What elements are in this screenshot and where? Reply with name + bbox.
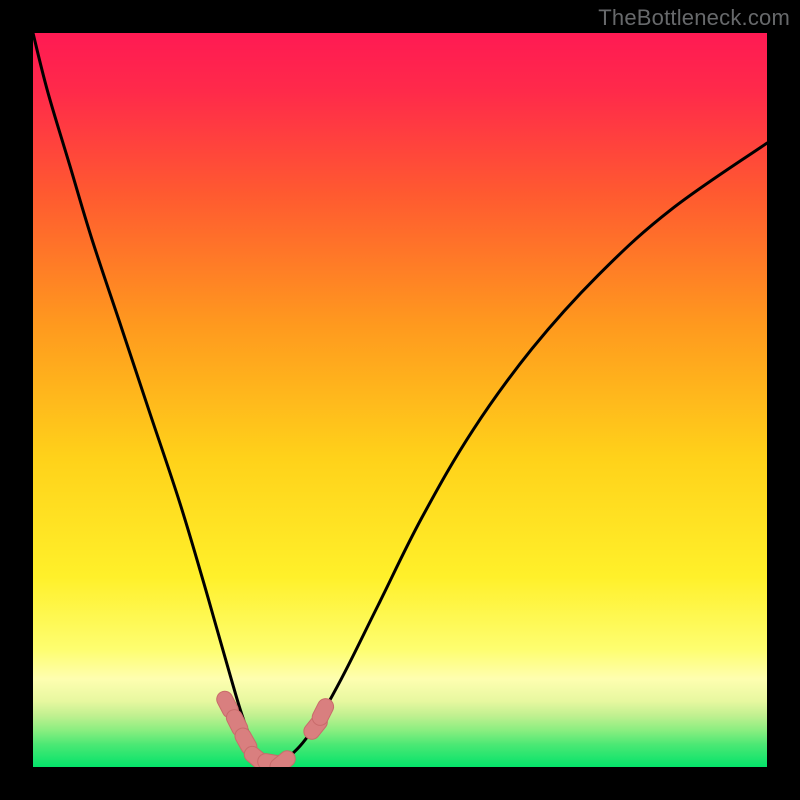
chart-frame: TheBottleneck.com <box>0 0 800 800</box>
bottleneck-chart <box>33 33 767 767</box>
gradient-background <box>33 33 767 767</box>
watermark-text: TheBottleneck.com <box>598 5 790 31</box>
